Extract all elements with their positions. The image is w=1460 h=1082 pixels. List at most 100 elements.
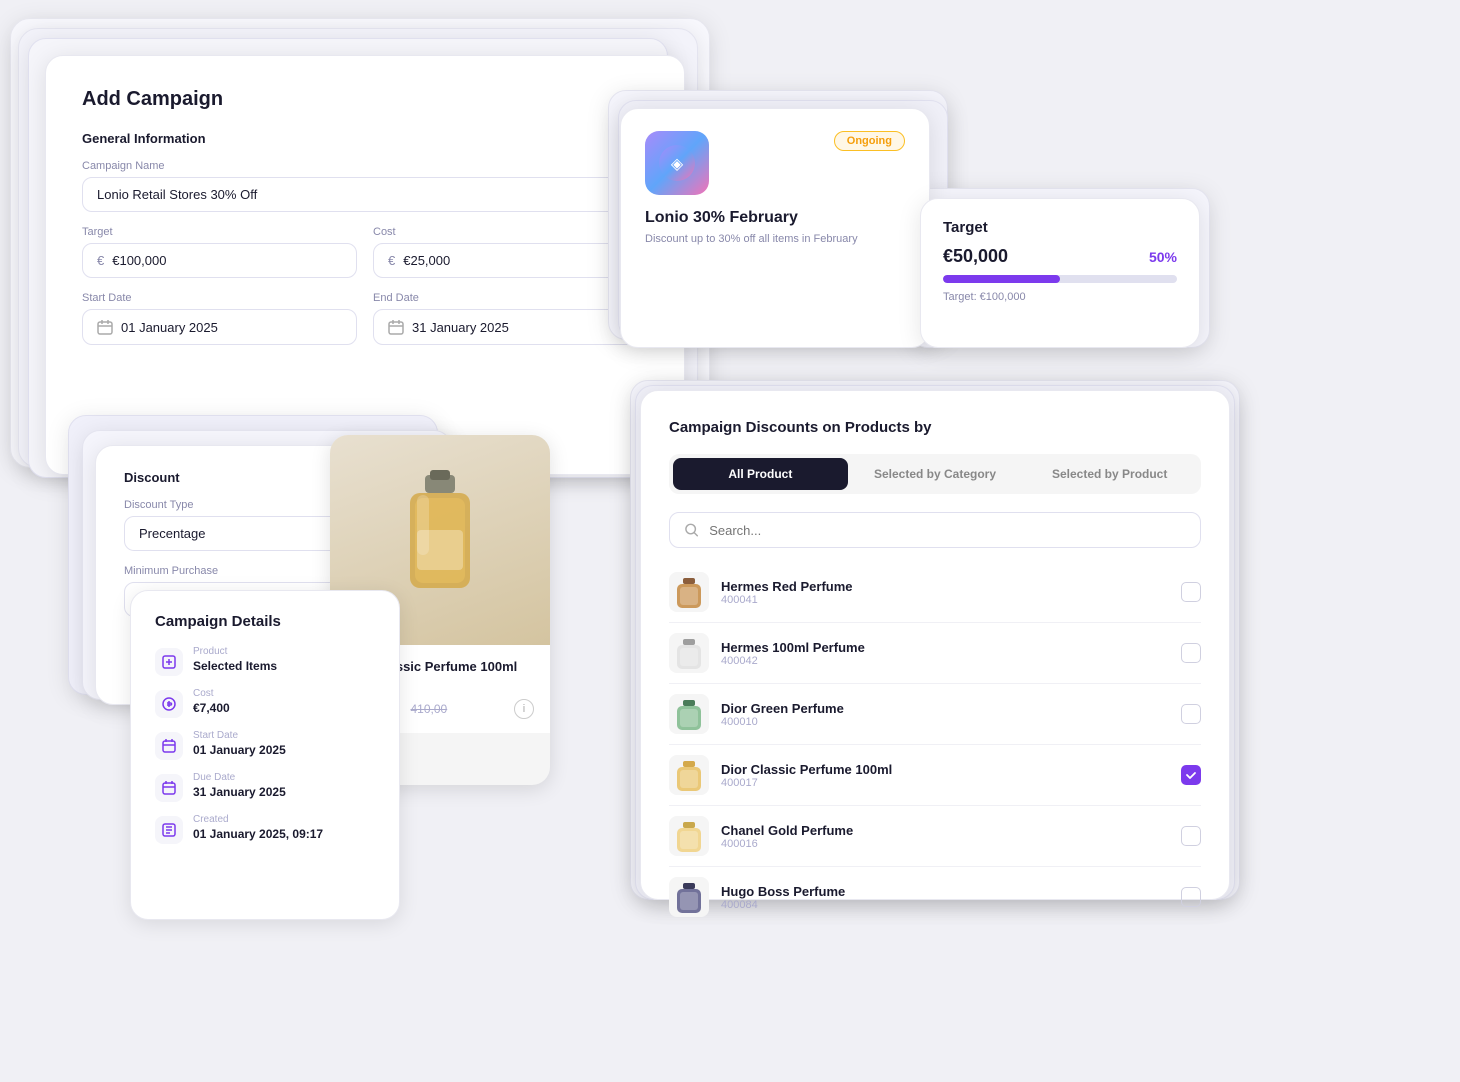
product-list-info: Hermes 100ml Perfume 400042 bbox=[721, 640, 865, 667]
detail-due-date: Due Date 31 January 2025 bbox=[155, 772, 375, 802]
products-tab-row: All Product Selected by Category Selecte… bbox=[669, 454, 1201, 494]
product-list-name: Hermes 100ml Perfume bbox=[721, 640, 865, 655]
calendar-icon-2 bbox=[388, 319, 404, 335]
product-list-info: Hermes Red Perfume 400041 bbox=[721, 579, 853, 606]
detail-cost: Cost €7,400 bbox=[155, 688, 375, 718]
target-input[interactable]: € €100,000 bbox=[82, 243, 357, 278]
product-list-sku: 400041 bbox=[721, 594, 853, 606]
start-date-value: 01 January 2025 bbox=[121, 320, 218, 335]
detail-created: Created 01 January 2025, 09:17 bbox=[155, 814, 375, 844]
start-date-label: Start Date bbox=[82, 292, 357, 304]
product-list-sku: 400010 bbox=[721, 716, 844, 728]
check-icon bbox=[1185, 769, 1197, 781]
products-panel-title: Campaign Discounts on Products by bbox=[669, 419, 1201, 436]
tab-all-product[interactable]: All Product bbox=[673, 458, 848, 490]
product-list-sku: 400042 bbox=[721, 655, 865, 667]
detail-start-label: Start Date bbox=[193, 730, 286, 741]
campaign-name-label: Campaign Name bbox=[82, 160, 648, 172]
product-thumb bbox=[669, 755, 709, 795]
calendar-icon bbox=[97, 319, 113, 335]
product-thumb bbox=[669, 877, 709, 917]
detail-start-value: 01 January 2025 bbox=[193, 743, 286, 757]
tab-selected-by-product[interactable]: Selected by Product bbox=[1022, 458, 1197, 490]
product-icon bbox=[155, 648, 183, 676]
general-info-section: General Information bbox=[82, 131, 648, 146]
start-date-group: Start Date 01 January 2025 bbox=[82, 292, 357, 345]
product-list-name: Dior Classic Perfume 100ml bbox=[721, 762, 892, 777]
date-row: Start Date 01 January 2025 End Date 31 J… bbox=[82, 292, 648, 359]
tab-selected-by-category[interactable]: Selected by Category bbox=[848, 458, 1023, 490]
search-input[interactable] bbox=[709, 523, 1186, 538]
target-card: Target €50,000 50% Target: €100,000 bbox=[920, 198, 1200, 348]
product-search-bar[interactable] bbox=[669, 512, 1201, 548]
product-checkbox[interactable] bbox=[1181, 704, 1201, 724]
search-icon bbox=[684, 522, 699, 538]
product-checkbox[interactable] bbox=[1181, 765, 1201, 785]
product-thumb bbox=[669, 572, 709, 612]
ongoing-header: ◈ Ongoing bbox=[645, 131, 905, 195]
progress-bar-bg bbox=[943, 275, 1177, 283]
perfume-bottle-svg bbox=[395, 465, 485, 615]
list-item[interactable]: Dior Classic Perfume 100ml 400017 bbox=[669, 745, 1201, 806]
cost-label: Cost bbox=[373, 226, 648, 238]
target-label: Target bbox=[82, 226, 357, 238]
list-item[interactable]: Chanel Gold Perfume 400016 bbox=[669, 806, 1201, 867]
detail-product-label: Product bbox=[193, 646, 277, 657]
end-date-label: End Date bbox=[373, 292, 648, 304]
target-percent: 50% bbox=[1149, 249, 1177, 265]
product-list-sku: 400016 bbox=[721, 838, 853, 850]
product-list-info: Hugo Boss Perfume 400084 bbox=[721, 884, 845, 911]
list-item[interactable]: Hermes Red Perfume 400041 bbox=[669, 562, 1201, 623]
target-value: €100,000 bbox=[112, 253, 166, 268]
product-thumb bbox=[669, 816, 709, 856]
product-checkbox[interactable] bbox=[1181, 643, 1201, 663]
end-date-value: 31 January 2025 bbox=[412, 320, 509, 335]
product-list-info: Dior Classic Perfume 100ml 400017 bbox=[721, 762, 892, 789]
detail-product-value: Selected Items bbox=[193, 659, 277, 673]
add-campaign-card: Add Campaign General Information Campaig… bbox=[45, 55, 685, 475]
target-title: Target bbox=[943, 219, 1177, 236]
cost-group: Cost € €25,000 bbox=[373, 226, 648, 278]
product-checkbox[interactable] bbox=[1181, 582, 1201, 602]
product-list-sku: 400084 bbox=[721, 899, 845, 911]
product-list-sku: 400017 bbox=[721, 777, 892, 789]
list-item[interactable]: Hugo Boss Perfume 400084 bbox=[669, 867, 1201, 927]
product-checkbox[interactable] bbox=[1181, 826, 1201, 846]
product-thumb bbox=[669, 633, 709, 673]
target-group: Target € €100,000 bbox=[82, 226, 357, 278]
ongoing-badge: Ongoing bbox=[834, 131, 905, 151]
list-item[interactable]: Dior Green Perfume 400010 bbox=[669, 684, 1201, 745]
detail-due-value: 31 January 2025 bbox=[193, 785, 286, 799]
target-amount-row: €50,000 50% bbox=[943, 246, 1177, 267]
product-list: Hermes Red Perfume 400041 Hermes 100ml P… bbox=[669, 562, 1201, 927]
campaign-name-input[interactable] bbox=[82, 177, 648, 212]
info-icon[interactable]: i bbox=[514, 699, 534, 719]
end-date-input[interactable]: 31 January 2025 bbox=[373, 309, 648, 345]
due-date-icon bbox=[155, 774, 183, 802]
product-list-name: Hugo Boss Perfume bbox=[721, 884, 845, 899]
detail-cost-value: €7,400 bbox=[193, 701, 230, 715]
campaign-details-card: Campaign Details Product Selected Items … bbox=[130, 590, 400, 920]
cost-input[interactable]: € €25,000 bbox=[373, 243, 648, 278]
product-checkbox[interactable] bbox=[1181, 887, 1201, 907]
detail-due-label: Due Date bbox=[193, 772, 286, 783]
price-old: 410,00 bbox=[411, 702, 448, 716]
target-sub: Target: €100,000 bbox=[943, 291, 1177, 303]
product-thumb bbox=[669, 694, 709, 734]
detail-product: Product Selected Items bbox=[155, 646, 375, 676]
product-list-name: Dior Green Perfume bbox=[721, 701, 844, 716]
campaign-details-title: Campaign Details bbox=[155, 613, 375, 630]
created-icon bbox=[155, 816, 183, 844]
campaign-thumbnail: ◈ bbox=[645, 131, 709, 195]
target-prefix: € bbox=[97, 253, 104, 268]
cost-icon bbox=[155, 690, 183, 718]
list-item[interactable]: Hermes 100ml Perfume 400042 bbox=[669, 623, 1201, 684]
start-date-input[interactable]: 01 January 2025 bbox=[82, 309, 357, 345]
campaign-name: Lonio 30% February bbox=[645, 209, 905, 227]
target-cost-row: Target € €100,000 Cost € €25,000 bbox=[82, 226, 648, 292]
product-list-name: Hermes Red Perfume bbox=[721, 579, 853, 594]
add-campaign-title: Add Campaign bbox=[82, 88, 648, 111]
products-panel: Campaign Discounts on Products by All Pr… bbox=[640, 390, 1230, 900]
product-list-info: Dior Green Perfume 400010 bbox=[721, 701, 844, 728]
end-date-group: End Date 31 January 2025 bbox=[373, 292, 648, 345]
